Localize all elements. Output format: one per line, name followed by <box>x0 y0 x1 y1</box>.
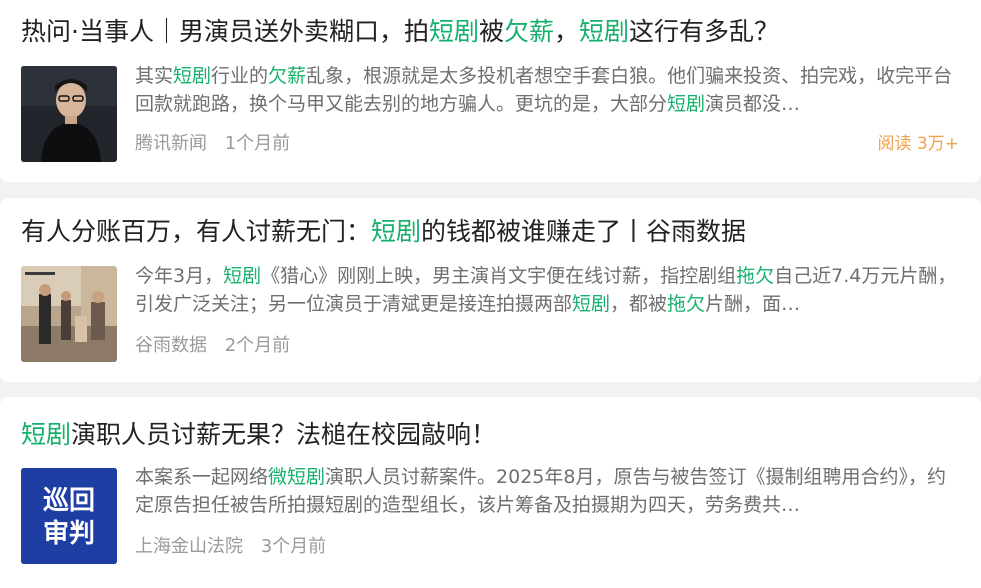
title-text: ， <box>554 17 580 46</box>
summary-text: ，都被 <box>610 293 668 315</box>
article-title[interactable]: 短剧演职人员讨薪无果？法槌在校园敲响！ <box>21 417 496 453</box>
summary-text: 其实 <box>135 65 174 87</box>
summary-keyword: 短剧 <box>667 93 706 115</box>
title-keyword: 短剧 <box>371 217 422 246</box>
film-set-image <box>21 266 117 362</box>
summary-keyword: 短剧 <box>173 65 212 87</box>
summary-text: 本案系一起网络 <box>135 466 269 488</box>
summary-keyword: 短剧 <box>572 293 611 315</box>
summary-keyword: 拖欠 <box>736 265 775 287</box>
article-source[interactable]: 腾讯新闻 <box>135 133 207 154</box>
article-title[interactable]: 热问·当事人｜男演员送外卖糊口，拍短剧被欠薪，短剧这行有多乱？ <box>21 14 779 50</box>
article-meta: 腾讯新闻 1个月前 <box>135 132 290 156</box>
article-source[interactable]: 谷雨数据 <box>135 335 207 356</box>
summary-text: 行业的 <box>211 65 269 87</box>
man-portrait-image <box>21 66 117 162</box>
news-feed: 热问·当事人｜男演员送外卖糊口，拍短剧被欠薪，短剧这行有多乱？ 其实短剧行业的欠… <box>0 0 981 588</box>
title-keyword: 短剧 <box>21 420 72 449</box>
article-thumbnail[interactable] <box>21 266 117 362</box>
title-keyword: 短剧 <box>579 17 630 46</box>
article-time: 2个月前 <box>224 335 291 356</box>
court-logo-image: 巡回 审判 <box>21 468 117 564</box>
court-logo-line-2: 审判 <box>43 518 95 549</box>
read-count: 阅读 3万+ <box>877 134 959 154</box>
summary-keyword: 拖欠 <box>667 293 706 315</box>
summary-text: 片酬，面… <box>705 293 801 315</box>
article-summary: 其实短剧行业的欠薪乱象，根源就是太多投机者想空手套白狼。他们骗来投资、拍完戏，收… <box>135 62 960 118</box>
title-text: 有人分账百万，有人讨薪无门： <box>21 217 372 246</box>
title-text: 被 <box>478 17 504 46</box>
article-time: 1个月前 <box>224 133 291 154</box>
title-keyword: 欠薪 <box>503 17 554 46</box>
summary-text: 演员都没… <box>705 93 801 115</box>
article-source[interactable]: 上海金山法院 <box>135 536 243 557</box>
article-card-3[interactable]: 短剧演职人员讨薪无果？法槌在校园敲响！ 巡回 审判 本案系一起网络微短剧演职人员… <box>0 397 981 588</box>
article-card-1[interactable]: 热问·当事人｜男演员送外卖糊口，拍短剧被欠薪，短剧这行有多乱？ 其实短剧行业的欠… <box>0 0 981 182</box>
title-keyword: 短剧 <box>428 17 479 46</box>
article-title[interactable]: 有人分账百万，有人讨薪无门：短剧的钱都被谁赚走了丨谷雨数据 <box>21 214 746 250</box>
court-logo-line-1: 巡回 <box>43 486 95 516</box>
article-card-2[interactable]: 有人分账百万，有人讨薪无门：短剧的钱都被谁赚走了丨谷雨数据 今年3月，短剧《猎心… <box>0 198 981 382</box>
title-text: 演职人员讨薪无果？法槌在校园敲响！ <box>71 420 497 449</box>
article-thumbnail[interactable] <box>21 66 117 162</box>
title-text: 热问·当事人｜男演员送外卖糊口，拍 <box>21 17 429 46</box>
summary-text: 今年3月， <box>135 265 224 287</box>
article-meta: 谷雨数据 2个月前 <box>135 334 290 358</box>
article-meta: 上海金山法院 3个月前 <box>135 535 326 559</box>
summary-keyword: 短剧 <box>223 265 262 287</box>
article-summary: 本案系一起网络微短剧演职人员讨薪案件。2025年8月，原告与被告签订《摄制组聘用… <box>135 463 960 519</box>
summary-keyword: 微短剧 <box>268 466 326 488</box>
summary-text: 《猎心》刚刚上映，男主演肖文宇便在线讨薪，指控剧组 <box>261 265 737 287</box>
article-thumbnail[interactable]: 巡回 审判 <box>21 468 117 564</box>
article-summary: 今年3月，短剧《猎心》刚刚上映，男主演肖文宇便在线讨薪，指控剧组拖欠自己近7.4… <box>135 262 960 318</box>
summary-keyword: 欠薪 <box>268 65 307 87</box>
article-time: 3个月前 <box>260 536 327 557</box>
title-text: 的钱都被谁赚走了丨谷雨数据 <box>421 217 747 246</box>
title-text: 这行有多乱？ <box>629 17 780 46</box>
